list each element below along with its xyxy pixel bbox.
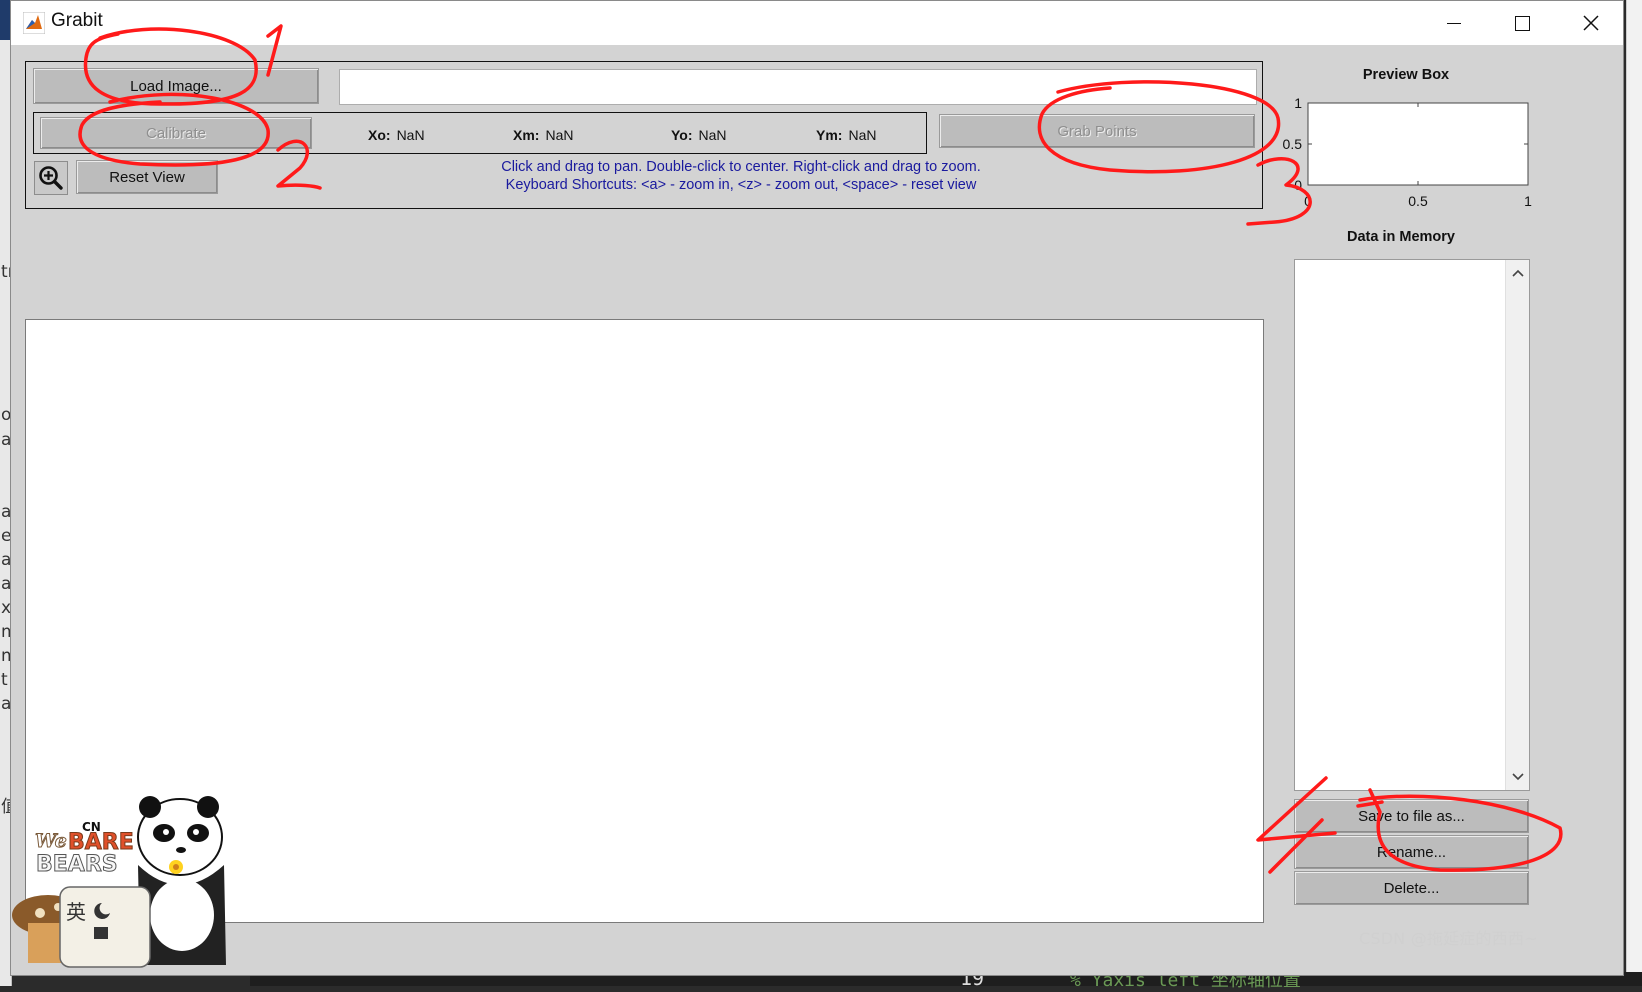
grab-points-button[interactable]: Grab Points bbox=[939, 114, 1255, 148]
preview-xtick: 0 bbox=[1304, 193, 1312, 209]
close-icon bbox=[1583, 15, 1599, 31]
preview-box-title: Preview Box bbox=[1362, 67, 1450, 83]
rename-button[interactable]: Rename... bbox=[1294, 835, 1529, 869]
control-panel: Load Image... Calibrate Xo: NaN Xm: NaN Yo… bbox=[25, 61, 1263, 209]
xo-label: Xo: bbox=[368, 127, 391, 143]
preview-xtick: 0.5 bbox=[1408, 193, 1428, 209]
yo-value: NaN bbox=[698, 127, 727, 143]
chevron-down-icon bbox=[1512, 773, 1524, 781]
title-bar[interactable]: Grabit bbox=[11, 1, 1623, 45]
data-memory-list[interactable] bbox=[1294, 259, 1530, 791]
ime-indicator: 英 bbox=[66, 900, 86, 924]
background-glyph: t bbox=[1, 670, 8, 690]
help-text: Click and drag to pan. Double-click to c… bbox=[436, 158, 1046, 194]
sticker-text: BEARS bbox=[36, 852, 118, 877]
xm-label: Xm: bbox=[513, 127, 540, 143]
help-line-shortcuts: Keyboard Shortcuts: <a> - zoom in, <z> -… bbox=[505, 177, 977, 193]
bear-sticker-image: CN We BARE BEARS 英 bbox=[12, 796, 226, 968]
help-line-pan: Click and drag to pan. Double-click to c… bbox=[501, 159, 981, 175]
xm-readout: Xm: NaN bbox=[513, 127, 573, 143]
chevron-up-icon bbox=[1512, 269, 1524, 277]
ym-label: Ym: bbox=[816, 127, 843, 143]
xo-value: NaN bbox=[396, 127, 425, 143]
sticker-text: We bbox=[35, 830, 67, 852]
yo-label: Yo: bbox=[671, 127, 693, 143]
list-scrollbar[interactable] bbox=[1505, 260, 1529, 790]
matlab-icon bbox=[23, 12, 45, 34]
minimize-button[interactable] bbox=[1420, 1, 1488, 45]
preview-box-axes[interactable]: 1 0.5 0 0 0.5 1 bbox=[1271, 91, 1541, 216]
minimize-icon bbox=[1447, 22, 1461, 24]
zoom-toggle-button[interactable] bbox=[34, 161, 68, 195]
ym-value: NaN bbox=[848, 127, 877, 143]
zoom-in-icon bbox=[39, 166, 63, 190]
preview-ytick: 0.5 bbox=[1283, 136, 1303, 152]
preview-ytick: 1 bbox=[1294, 95, 1302, 111]
yo-readout: Yo: NaN bbox=[671, 127, 727, 143]
preview-xtick: 1 bbox=[1524, 193, 1532, 209]
save-to-file-button[interactable]: Save to file as... bbox=[1294, 799, 1529, 833]
scroll-up-button[interactable] bbox=[1506, 262, 1530, 284]
maximize-icon bbox=[1514, 15, 1530, 31]
background-app-right bbox=[1626, 0, 1642, 986]
csdn-watermark: CSDN @拖延症的西西~ bbox=[1359, 929, 1538, 948]
calibrate-button[interactable]: Calibrate bbox=[40, 117, 312, 149]
data-in-memory-title: Data in Memory bbox=[1347, 229, 1455, 245]
close-button[interactable] bbox=[1557, 1, 1625, 45]
calibration-box: Calibrate Xo: NaN Xm: NaN Yo: NaN Ym: NaN bbox=[33, 112, 927, 154]
xo-readout: Xo: NaN bbox=[368, 127, 425, 143]
xm-value: NaN bbox=[545, 127, 574, 143]
delete-button[interactable]: Delete... bbox=[1294, 871, 1529, 905]
load-image-button[interactable]: Load Image... bbox=[33, 68, 319, 104]
reset-view-button[interactable]: Reset View bbox=[76, 160, 218, 194]
scroll-down-button[interactable] bbox=[1506, 766, 1530, 788]
window-title: Grabit bbox=[51, 10, 103, 31]
image-path-field[interactable] bbox=[339, 69, 1257, 105]
ym-readout: Ym: NaN bbox=[816, 127, 876, 143]
maximize-button[interactable] bbox=[1488, 1, 1556, 45]
grabit-window: Grabit Load Image... Calibrate Xo: NaN Xm… bbox=[10, 0, 1624, 976]
preview-ytick: 0 bbox=[1294, 177, 1302, 193]
